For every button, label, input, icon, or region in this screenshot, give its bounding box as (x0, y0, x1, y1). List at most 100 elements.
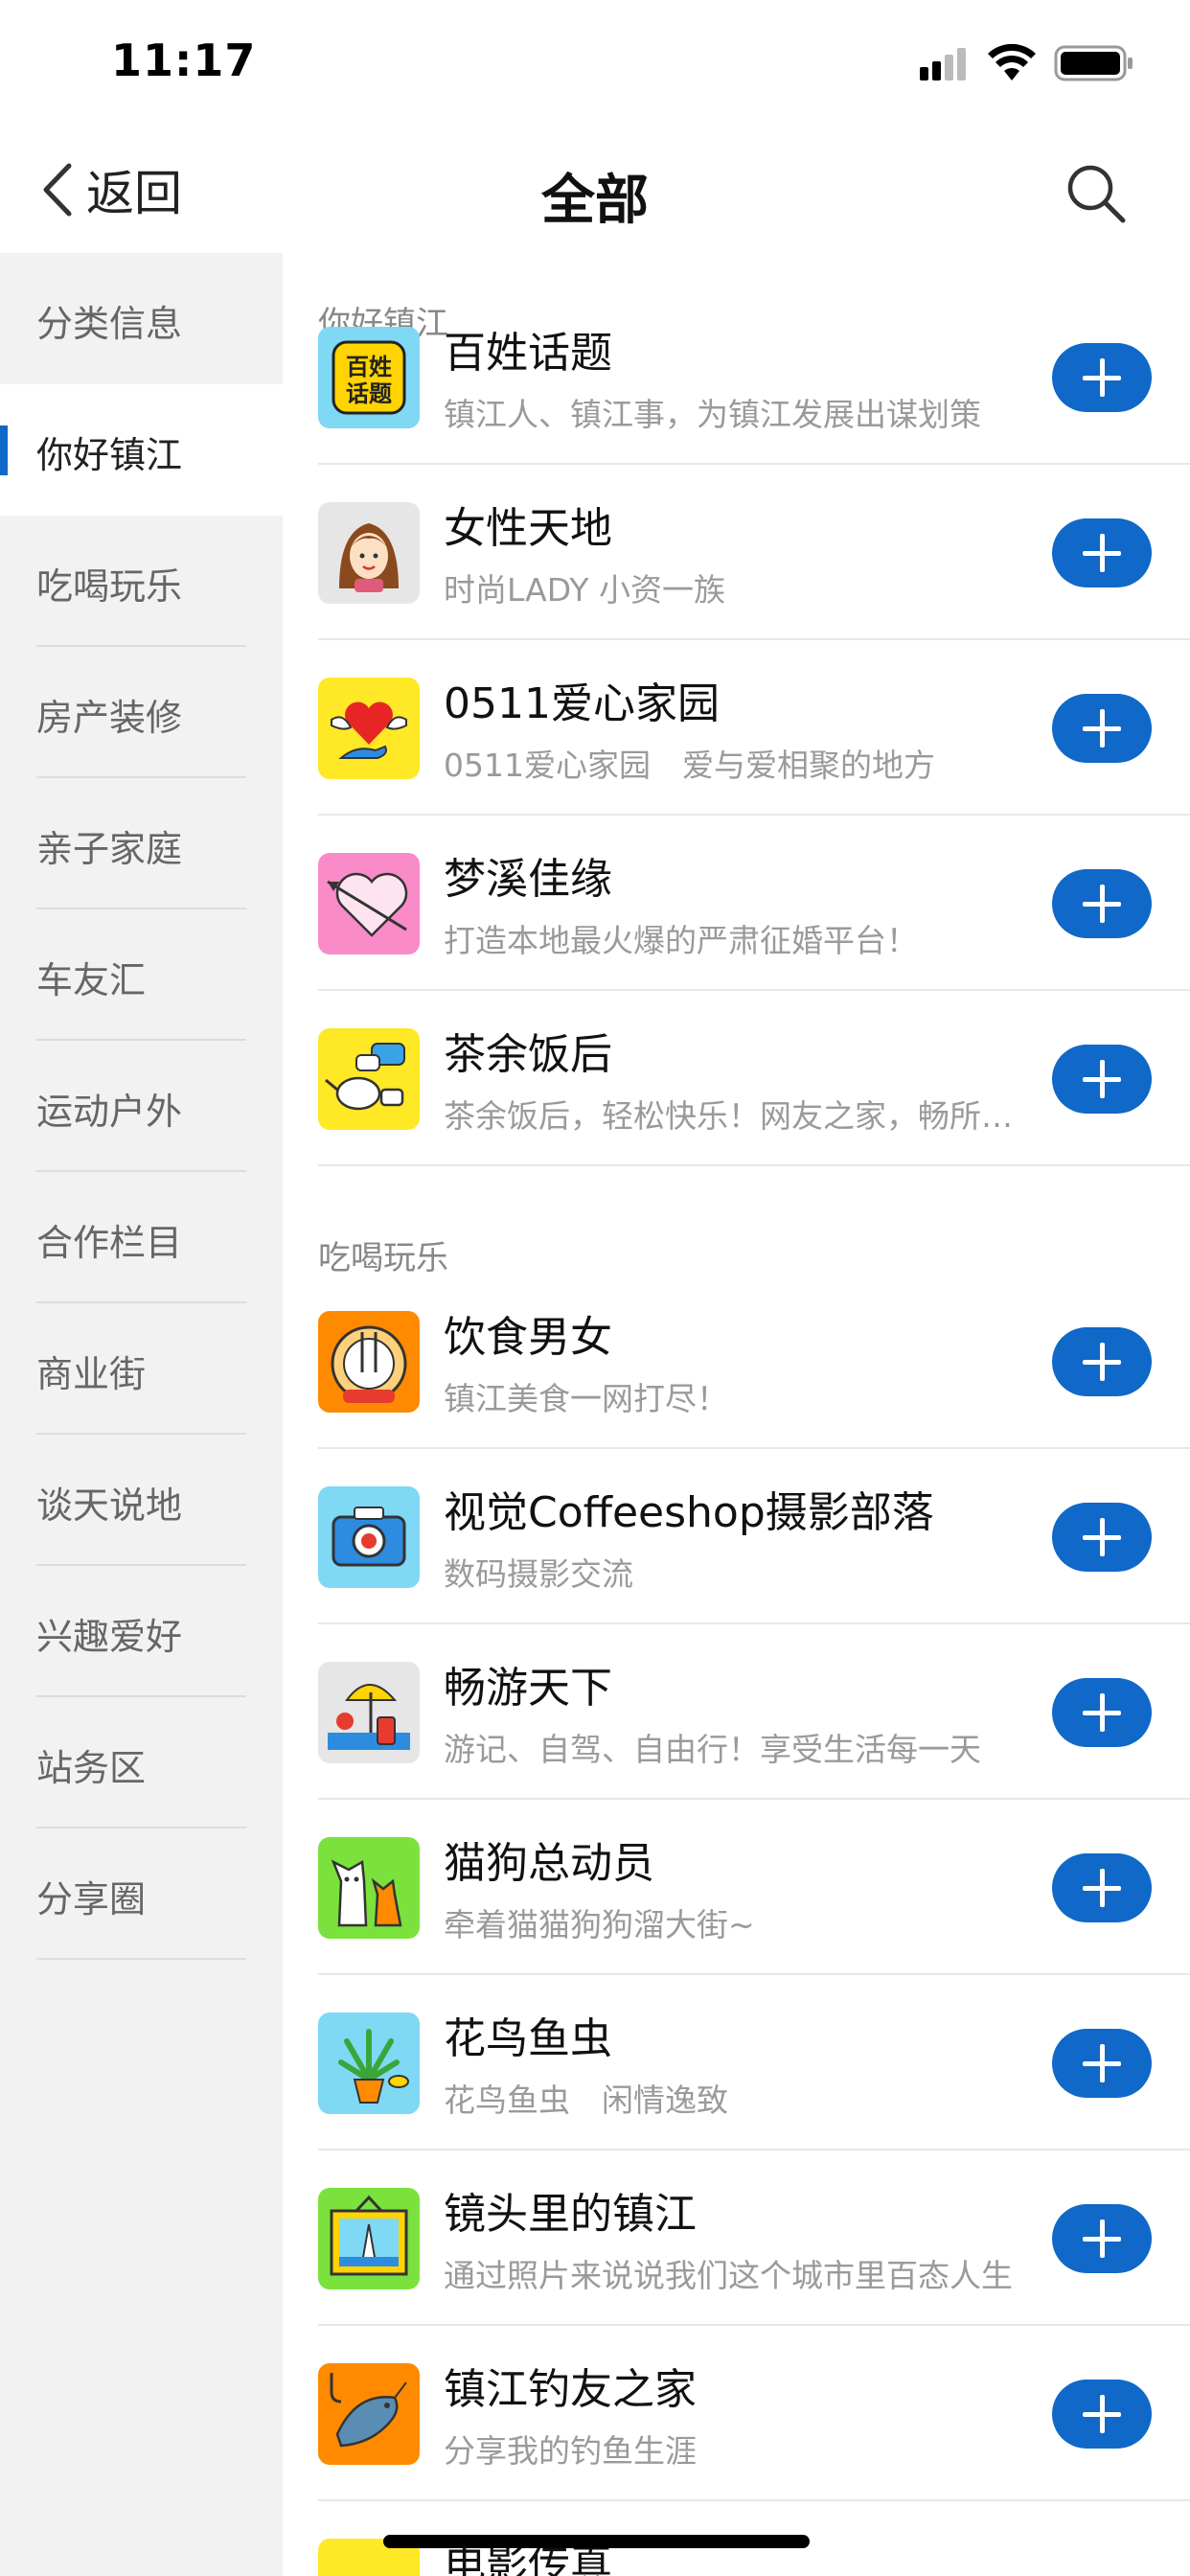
fish-hook-icon (318, 2363, 420, 2465)
add-forum-button[interactable] (1052, 1678, 1152, 1747)
forum-description: 通过照片来说说我们这个城市里百态人生 (444, 2257, 1013, 2294)
active-indicator (0, 426, 8, 475)
nav-bar: 返回 全部 (0, 126, 1190, 253)
add-forum-button[interactable] (1052, 869, 1152, 938)
sidebar-item-qinzi[interactable]: 亲子家庭 (0, 778, 283, 909)
category-sidebar: 分类信息 你好镇江 吃喝玩乐 房产装修 亲子家庭 车友汇 运动户外 合作栏目 商… (0, 253, 283, 2576)
forum-title: 饮食男女 (444, 1313, 612, 1362)
beach-luggage-icon (318, 1662, 420, 1763)
sidebar-item-label: 亲子家庭 (36, 828, 183, 870)
sidebar-item-chihe-wanle[interactable]: 吃喝玩乐 (0, 516, 283, 647)
list-item[interactable]: 镜头里的镇江 通过照片来说说我们这个城市里百态人生 (283, 2150, 1190, 2326)
add-forum-button[interactable] (1052, 1327, 1152, 1396)
add-forum-button[interactable] (1052, 2029, 1152, 2098)
list-item[interactable]: 百姓 话题 百姓话题 镇江人、镇江事，为镇江发展出谋划策 (283, 289, 1190, 465)
forum-description: 镇江人、镇江事，为镇江发展出谋划策 (444, 396, 981, 433)
list-item[interactable]: 茶余饭后 茶余饭后，轻松快乐！网友之家，畅所欲言 (283, 991, 1190, 1166)
sidebar-item-nihao-zhenjiang[interactable]: 你好镇江 (0, 384, 283, 516)
list-item[interactable]: 镇江钓友之家 分享我的钓鱼生涯 (283, 2326, 1190, 2501)
sidebar-item-zhanwu[interactable]: 站务区 (0, 1697, 283, 1828)
forum-description: 游记、自驾、自由行！享受生活每一天 (444, 1731, 981, 1768)
list-item[interactable]: 视觉Coffeeshop摄影部落 数码摄影交流 (283, 1449, 1190, 1624)
plant-fish-icon (318, 2012, 420, 2114)
forum-title: 畅游天下 (444, 1664, 612, 1713)
sidebar-item-label: 运动户外 (36, 1091, 183, 1133)
list-item[interactable]: 猫狗总动员 牵着猫猫狗狗溜大街~ (283, 1800, 1190, 1975)
page-title: 全部 (541, 170, 649, 232)
add-forum-button[interactable] (1052, 2380, 1152, 2449)
forum-description: 牵着猫猫狗狗溜大街~ (444, 1906, 755, 1944)
list-item[interactable]: 花鸟鱼虫 花鸟鱼虫 闲情逸致 (283, 1975, 1190, 2150)
forum-description: 0511爱心家园 爱与爱相聚的地方 (444, 747, 935, 784)
home-indicator (383, 2535, 810, 2548)
sidebar-item-fenlei[interactable]: 分类信息 (0, 253, 283, 384)
list-item[interactable]: 畅游天下 游记、自驾、自由行！享受生活每一天 (283, 1624, 1190, 1800)
section-header: 吃喝玩乐 (318, 1239, 448, 1277)
list-item[interactable]: 女性天地 时尚LADY 小资一族 (283, 465, 1190, 640)
sidebar-item-label: 分类信息 (36, 303, 183, 345)
sidebar-item-label: 兴趣爱好 (36, 1616, 183, 1658)
sidebar-item-fenxiang[interactable]: 分享圈 (0, 1828, 283, 1960)
cellular-signal-icon (920, 48, 966, 80)
forum-description: 打造本地最火爆的严肃征婚平台！ (444, 922, 918, 959)
sidebar-item-label: 分享圈 (36, 1878, 147, 1920)
sidebar-item-label: 车友汇 (36, 959, 147, 1001)
add-forum-button[interactable] (1052, 1045, 1152, 1114)
forum-description: 时尚LADY 小资一族 (444, 571, 725, 609)
woman-avatar-icon (318, 502, 420, 604)
sidebar-item-tantian[interactable]: 谈天说地 (0, 1435, 283, 1566)
forum-title: 0511爱心家园 (444, 679, 720, 728)
sidebar-item-label: 房产装修 (36, 697, 183, 739)
sidebar-item-cheyou[interactable]: 车友汇 (0, 909, 283, 1041)
list-item[interactable]: 梦溪佳缘 打造本地最火爆的严肃征婚平台！ (283, 816, 1190, 991)
cat-dog-icon (318, 1837, 420, 1939)
framed-pagoda-icon (318, 2188, 420, 2289)
divider (318, 1164, 1190, 1166)
sidebar-item-label: 站务区 (36, 1747, 147, 1789)
camera-icon (318, 1486, 420, 1588)
sidebar-item-label: 谈天说地 (36, 1484, 183, 1527)
forum-title: 镇江钓友之家 (444, 2365, 697, 2414)
sidebar-item-label: 你好镇江 (36, 434, 183, 476)
svg-text:百姓: 百姓 (346, 354, 392, 380)
teapot-chat-icon (318, 1028, 420, 1130)
sidebar-item-yundong[interactable]: 运动户外 (0, 1041, 283, 1172)
forum-title: 女性天地 (444, 504, 612, 553)
forum-title: 百姓话题 (444, 329, 612, 378)
sidebar-item-label: 商业街 (36, 1353, 147, 1395)
topic-badge-icon: 百姓 话题 (318, 327, 420, 428)
forum-title: 梦溪佳缘 (444, 855, 612, 904)
wifi-icon (988, 44, 1036, 80)
forum-title: 镜头里的镇江 (444, 2190, 697, 2239)
add-forum-button[interactable] (1052, 2204, 1152, 2273)
forum-description: 花鸟鱼虫 闲情逸致 (444, 2082, 728, 2119)
svg-text:话题: 话题 (346, 380, 392, 407)
search-icon[interactable] (1064, 161, 1127, 224)
list-item[interactable]: 饮食男女 镇江美食一网打尽！ (283, 1274, 1190, 1449)
list-item[interactable]: 0511爱心家园 0511爱心家园 爱与爱相聚的地方 (283, 640, 1190, 816)
divider (36, 1958, 246, 1960)
sidebar-item-shangyejie[interactable]: 商业街 (0, 1303, 283, 1435)
heart-arrow-icon (318, 853, 420, 954)
dining-plate-icon (318, 1311, 420, 1413)
forum-description: 茶余饭后，轻松快乐！网友之家，畅所欲言 (444, 1097, 1018, 1135)
sidebar-item-hezuo[interactable]: 合作栏目 (0, 1172, 283, 1303)
sidebar-item-label: 合作栏目 (36, 1222, 183, 1264)
status-time: 11:17 (111, 34, 257, 86)
forum-title: 猫狗总动员 (444, 1839, 654, 1888)
forum-list: 你好镇江 百姓 话题 百姓话题 镇江人、镇江事，为镇江发展出谋划策 女性天地 时… (283, 253, 1190, 2576)
status-bar: 11:17 (0, 0, 1190, 126)
add-forum-button[interactable] (1052, 518, 1152, 587)
forum-description: 镇江美食一网打尽！ (444, 1380, 728, 1417)
battery-icon (1054, 45, 1133, 81)
add-forum-button[interactable] (1052, 1853, 1152, 1922)
add-forum-button[interactable] (1052, 1503, 1152, 1572)
heart-hand-icon (318, 678, 420, 779)
forum-description: 分享我的钓鱼生涯 (444, 2432, 697, 2470)
add-forum-button[interactable] (1052, 694, 1152, 763)
sidebar-item-fangchan[interactable]: 房产装修 (0, 647, 283, 778)
forum-description: 数码摄影交流 (444, 1555, 633, 1593)
forum-title: 花鸟鱼虫 (444, 2014, 612, 2063)
sidebar-item-xingqu[interactable]: 兴趣爱好 (0, 1566, 283, 1697)
add-forum-button[interactable] (1052, 343, 1152, 412)
